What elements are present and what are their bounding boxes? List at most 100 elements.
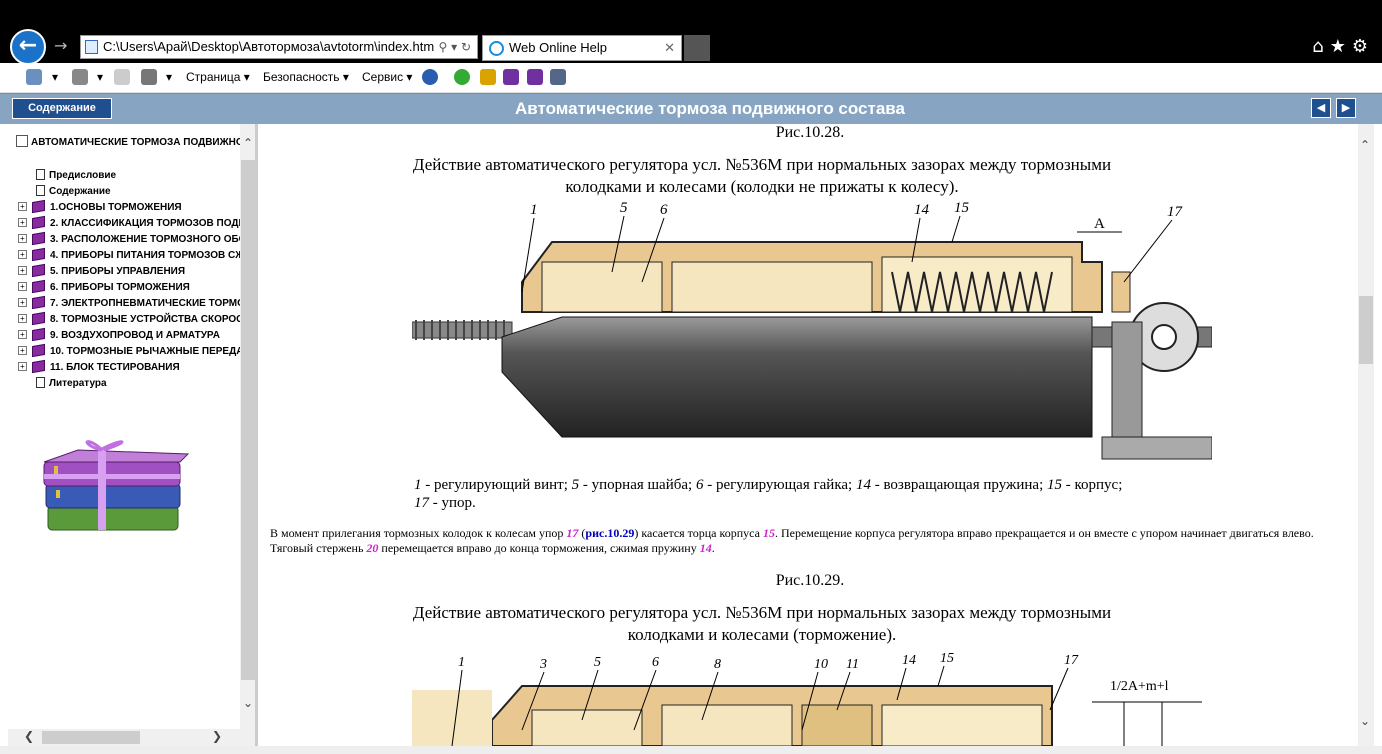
closed-book-icon — [32, 359, 45, 374]
menu-security[interactable]: Безопасность ▾ — [263, 70, 349, 84]
menu-service[interactable]: Сервис ▾ — [362, 70, 412, 84]
feeds-dropdown-icon[interactable]: ▾ — [97, 70, 103, 84]
tree-expand-icon[interactable]: + — [18, 362, 27, 371]
tree-item[interactable]: 5. ПРИБОРЫ УПРАВЛЕНИЯ — [50, 266, 185, 277]
content-vertical-scrollbar[interactable] — [1358, 124, 1374, 746]
closed-book-icon — [32, 343, 45, 358]
closed-book-icon — [32, 295, 45, 310]
addon-yellow-icon[interactable] — [480, 69, 496, 85]
diagram1-label: 5 — [620, 202, 628, 216]
tree-item[interactable]: 11. БЛОК ТЕСТИРОВАНИЯ — [50, 362, 180, 373]
print-icon[interactable] — [141, 69, 157, 85]
tree-item[interactable]: Содержание — [49, 186, 111, 197]
contents-button[interactable]: Содержание — [12, 98, 112, 119]
menu-page[interactable]: Страница ▾ — [186, 70, 250, 84]
tree-item[interactable]: 9. ВОЗДУХОПРОВОД И АРМАТУРА — [50, 330, 220, 341]
tree-item[interactable]: 8. ТОРМОЗНЫЕ УСТРОЙСТВА СКОРОСТНЫХ — [50, 314, 255, 325]
figure-title-2: Действие автоматического регулятора усл.… — [412, 603, 1112, 644]
home-dropdown-icon[interactable]: ▾ — [52, 70, 58, 84]
tree-expand-icon[interactable]: + — [18, 298, 27, 307]
regulator-diagram-2: 1 3 5 6 8 10 11 14 15 17 1/2А+m+l — [412, 650, 1212, 746]
diagram1-label: 17 — [1167, 204, 1184, 220]
tree-expand-icon[interactable]: + — [18, 250, 27, 259]
address-bar[interactable]: C:\Users\Арай\Desktop\Автотормоза\avtoto… — [80, 35, 478, 59]
tree-item[interactable]: 6. ПРИБОРЫ ТОРМОЖЕНИЯ — [50, 282, 190, 293]
diagram1-label: 1 — [530, 202, 538, 218]
diagram1-label: 15 — [954, 202, 970, 216]
figure-caption-1: Рис.10.28. — [775, 124, 845, 141]
research-icon[interactable] — [550, 69, 566, 85]
open-book-icon — [16, 135, 28, 147]
onenote-icon[interactable] — [503, 69, 519, 85]
browser-titlebar: ← → C:\Users\Арай\Desktop\Автотормоза\av… — [0, 0, 1382, 65]
closed-book-icon — [32, 247, 45, 262]
prev-page-icon[interactable]: ◀ — [1311, 98, 1331, 118]
tree-item[interactable]: 2. КЛАССИФИКАЦИЯ ТОРМОЗОВ ПОДВИЖНОГО — [50, 218, 255, 229]
diagram2-label: 1 — [458, 655, 465, 670]
back-arrow-icon[interactable]: ← — [10, 29, 46, 65]
tree-scroll-right-icon[interactable]: ❯ — [212, 729, 222, 743]
new-tab-button[interactable] — [684, 35, 710, 61]
diagram2-label: 5 — [594, 655, 601, 670]
diagram1-label: 14 — [914, 202, 930, 218]
figure-caption-2: Рис.10.29. — [775, 572, 845, 589]
next-page-icon[interactable]: ▶ — [1336, 98, 1356, 118]
tree-expand-icon[interactable]: + — [18, 314, 27, 323]
tree-item[interactable]: 4. ПРИБОРЫ ПИТАНИЯ ТОРМОЗОВ СЖАТЫМ — [50, 250, 255, 261]
document-icon — [36, 185, 45, 196]
tree-expand-icon[interactable]: + — [18, 266, 27, 275]
tree-root[interactable]: АВТОМАТИЧЕСКИЕ ТОРМОЗА ПОДВИЖНОГО — [16, 135, 255, 148]
tree-expand-icon[interactable]: + — [18, 346, 27, 355]
page-icon — [85, 40, 98, 54]
figure-link[interactable]: рис.10.29 — [585, 526, 634, 540]
content-scroll-up-icon[interactable]: ⌃ — [1360, 138, 1370, 152]
closed-book-icon — [32, 215, 45, 230]
tree-item[interactable]: 1.ОСНОВЫ ТОРМОЖЕНИЯ — [50, 202, 182, 213]
tree-item[interactable]: 3. РАСПОЛОЖЕНИЕ ТОРМОЗНОГО ОБОРУДОВАНИЯ — [50, 234, 255, 245]
tree-expand-icon[interactable]: + — [18, 202, 27, 211]
close-tab-icon[interactable]: ✕ — [664, 36, 675, 60]
tree-expand-icon[interactable]: + — [18, 330, 27, 339]
figure-title-1: Действие автоматического регулятора усл.… — [412, 155, 1112, 196]
tree-item[interactable]: 10. ТОРМОЗНЫЕ РЫЧАЖНЫЕ ПЕРЕДАЧИ — [50, 346, 255, 357]
tree-item[interactable]: 7. ЭЛЕКТРОПНЕВМАТИЧЕСКИЕ ТОРМОЗА — [50, 298, 255, 309]
onenote-linked-icon[interactable] — [527, 69, 543, 85]
forward-arrow-icon[interactable]: → — [54, 36, 67, 55]
tree-hscroll-thumb[interactable] — [42, 731, 140, 744]
content-scroll-thumb[interactable] — [1359, 296, 1373, 364]
tree-item[interactable]: Литература — [49, 378, 107, 389]
print-dropdown-icon[interactable]: ▾ — [166, 70, 172, 84]
document-icon — [36, 377, 45, 388]
closed-book-icon — [32, 327, 45, 342]
search-refresh-icons[interactable]: ⚲ ▾ ↻ — [439, 36, 472, 58]
books-gift-image — [43, 440, 190, 531]
feeds-icon[interactable] — [72, 69, 88, 85]
tree-expand-icon[interactable]: + — [18, 234, 27, 243]
diagram2-label: 15 — [940, 651, 954, 666]
closed-book-icon — [32, 231, 45, 246]
content-pane: Рис.10.28. Действие автоматического регу… — [262, 124, 1358, 746]
content-scroll-down-icon[interactable]: ⌄ — [1360, 714, 1370, 728]
status-strip — [0, 746, 1382, 754]
tree-scroll-up-icon[interactable]: ⌃ — [243, 136, 253, 150]
mail-icon[interactable] — [114, 69, 130, 85]
home-icon[interactable] — [26, 69, 42, 85]
tree-expand-icon[interactable]: + — [18, 218, 27, 227]
tree-scroll-left-icon[interactable]: ❮ — [24, 729, 34, 743]
tree-scroll-down-icon[interactable]: ⌄ — [243, 696, 253, 710]
figure-legend-1: 1 - регулирующий винт; 5 - упорная шайба… — [414, 477, 1123, 511]
browser-tab[interactable]: Web Online Help ✕ — [482, 35, 682, 61]
tree-item[interactable]: Предисловие — [49, 170, 116, 181]
diagram2-label: 17 — [1064, 653, 1079, 668]
addon-green-icon[interactable] — [454, 69, 470, 85]
help-icon[interactable] — [422, 69, 438, 85]
home-favorites-settings-icons[interactable]: ⌂★⚙ — [1312, 36, 1374, 57]
diagram2-label: 6 — [652, 655, 659, 670]
diagram2-label: 1/2А+m+l — [1110, 679, 1169, 694]
diagram2-label: 11 — [846, 657, 859, 672]
closed-book-icon — [32, 199, 45, 214]
ie-icon — [489, 41, 504, 56]
closed-book-icon — [32, 311, 45, 326]
tree-scroll-thumb[interactable] — [241, 160, 255, 680]
tree-expand-icon[interactable]: + — [18, 282, 27, 291]
